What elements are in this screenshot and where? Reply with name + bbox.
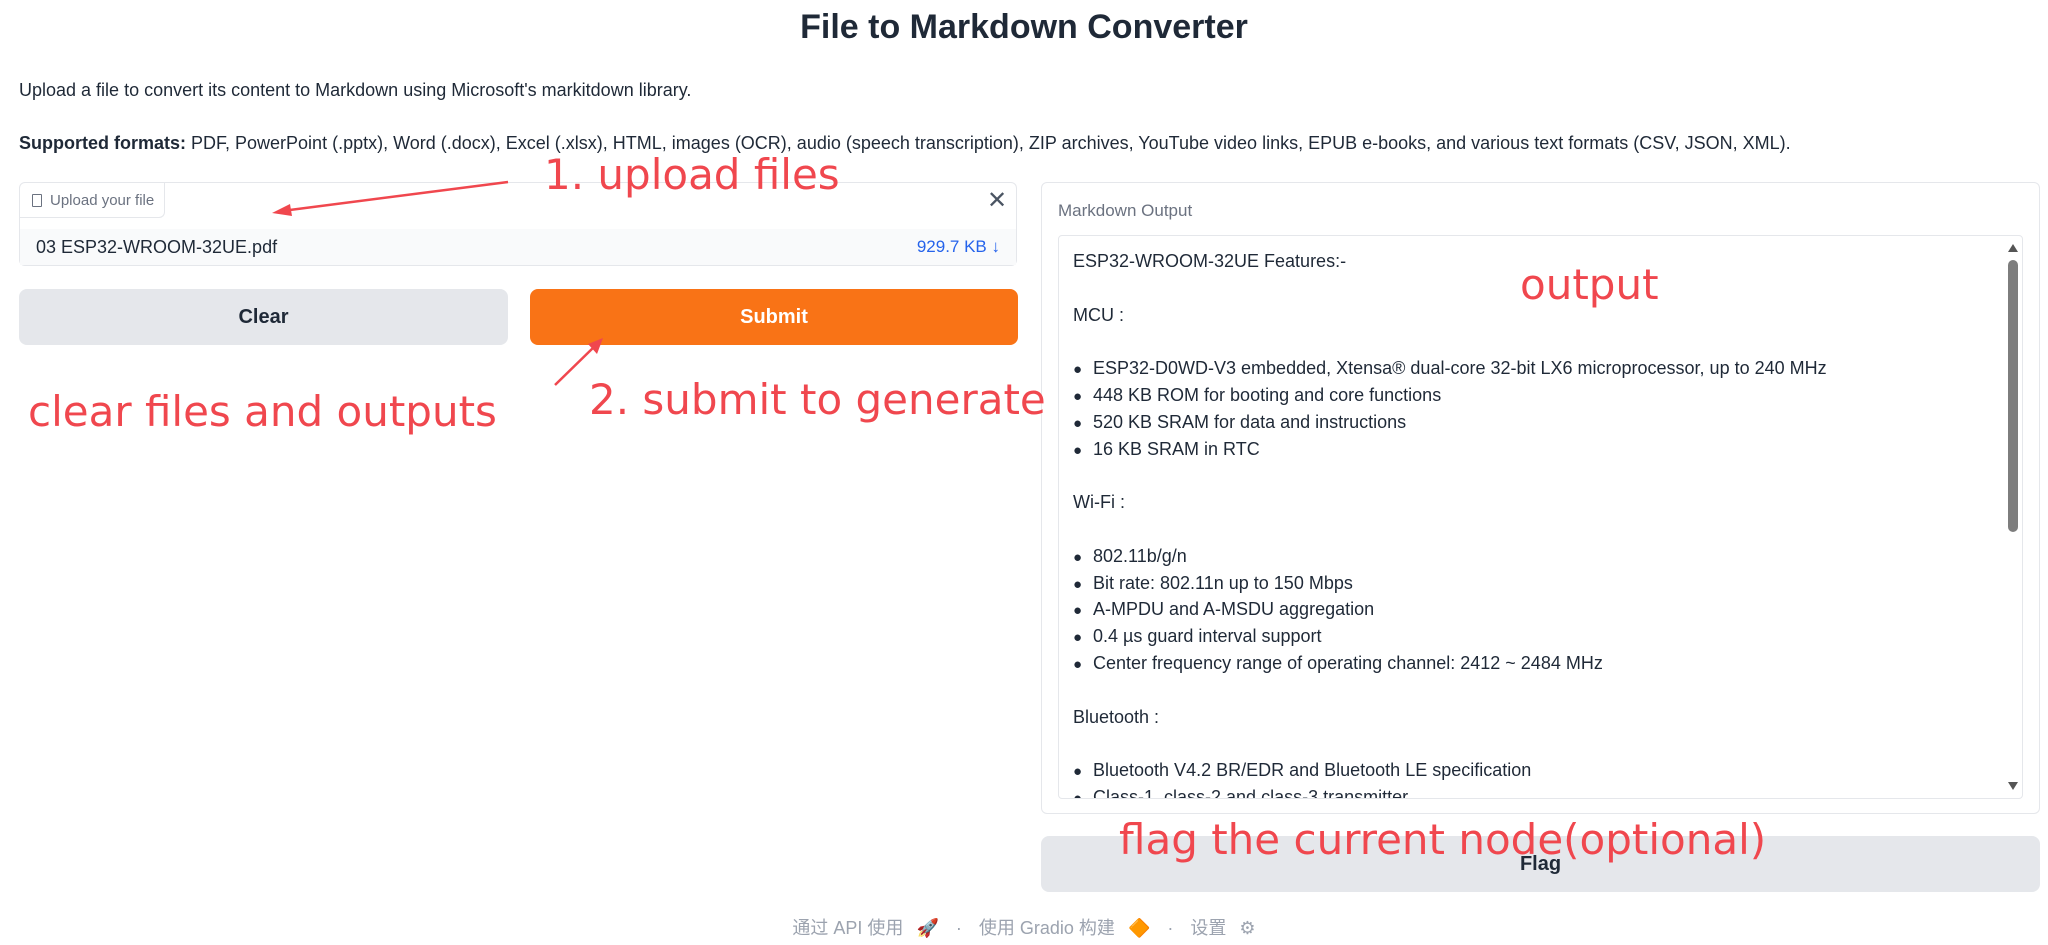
annotation-submit: 2. submit to generate — [589, 375, 1046, 424]
markdown-output-textarea[interactable]: ESP32-WROOM-32UE Features:-MCU :ESP32-D0… — [1058, 235, 2023, 799]
output-label: Markdown Output — [1058, 201, 1193, 220]
footer-separator: · — [1167, 918, 1174, 938]
scrollbar-thumb[interactable] — [2008, 260, 2018, 532]
formats-text: PDF, PowerPoint (.pptx), Word (.docx), E… — [186, 133, 1791, 153]
output-bullet-line: 448 KB ROM for booting and core function… — [1073, 382, 1992, 409]
annotation-flag: flag the current node(optional) — [1119, 815, 1767, 864]
file-icon — [32, 193, 42, 207]
footer-separator: · — [955, 918, 962, 938]
file-upload[interactable]: Upload your file ✕ 03 ESP32-WROOM-32UE.p… — [19, 182, 1017, 266]
upload-label-text: Upload your file — [50, 191, 155, 209]
annotation-output: output — [1520, 260, 1659, 309]
upload-label: Upload your file — [20, 183, 166, 218]
gradio-logo-icon: 🔶 — [1127, 918, 1151, 938]
file-name: 03 ESP32-WROOM-32UE.pdf — [36, 236, 278, 257]
footer-gradio-text: 使用 Gradio 构建 — [978, 918, 1115, 938]
footer-gradio-link[interactable]: 使用 Gradio 构建 🔶 — [975, 918, 1154, 938]
output-bullet-line: Center frequency range of operating chan… — [1073, 650, 1992, 677]
footer-api-text: 通过 API 使用 — [792, 918, 904, 938]
annotation-clear: clear files and outputs — [28, 387, 497, 436]
output-line: Wi-Fi : — [1073, 492, 1125, 513]
output-bullet-line: Bit rate: 802.11n up to 150 Mbps — [1073, 570, 1992, 597]
output-bullet-line: Class-1, class-2 and class-3 transmitter — [1073, 784, 1992, 798]
page: File to Markdown Converter Upload a file… — [0, 0, 2048, 945]
page-title: File to Markdown Converter — [800, 8, 1248, 46]
output-bullet-line: Bluetooth V4.2 BR/EDR and Bluetooth LE s… — [1073, 757, 1992, 784]
gear-icon: ⚙ — [1239, 918, 1256, 938]
scrollbar[interactable] — [2006, 238, 2020, 796]
output-line: Bluetooth : — [1073, 706, 1160, 727]
annotation-upload: 1. upload files — [544, 150, 840, 199]
footer-api-link[interactable]: 通过 API 使用 🚀 — [788, 918, 942, 938]
scroll-up-icon[interactable] — [2008, 244, 2018, 252]
output-bullet-line: 802.11b/g/n — [1073, 543, 1992, 570]
footer: 通过 API 使用 🚀 · 使用 Gradio 构建 🔶 · 设置 ⚙ — [0, 914, 2048, 940]
scroll-down-icon[interactable] — [2008, 782, 2018, 790]
output-text: ESP32-WROOM-32UE Features:-MCU :ESP32-D0… — [1073, 248, 1992, 798]
output-bullet-line: ESP32-D0WD-V3 embedded, Xtensa® dual-cor… — [1073, 355, 1992, 382]
file-download-link[interactable]: 929.7 KB ↓ — [917, 237, 1000, 257]
clear-button[interactable]: Clear — [19, 289, 508, 345]
formats-label: Supported formats: — [19, 133, 187, 153]
close-icon[interactable]: ✕ — [982, 185, 1012, 215]
output-bullet-line: 16 KB SRAM in RTC — [1073, 436, 1992, 463]
supported-formats: Supported formats: PDF, PowerPoint (.ppt… — [19, 133, 1791, 154]
output-bullet-line: 0.4 µs guard interval support — [1073, 623, 1992, 650]
rocket-icon: 🚀 — [916, 918, 939, 938]
output-bullet-line: 520 KB SRAM for data and instructions — [1073, 409, 1992, 436]
footer-settings-text: 设置 — [1190, 918, 1227, 938]
footer-settings-link[interactable]: 设置 ⚙ — [1186, 918, 1259, 938]
output-bullet-line: A-MPDU and A-MSDU aggregation — [1073, 596, 1992, 623]
description: Upload a file to convert its content to … — [19, 80, 692, 100]
submit-button[interactable]: Submit — [530, 289, 1018, 345]
uploaded-file-row: 03 ESP32-WROOM-32UE.pdf 929.7 KB ↓ — [20, 229, 1016, 265]
